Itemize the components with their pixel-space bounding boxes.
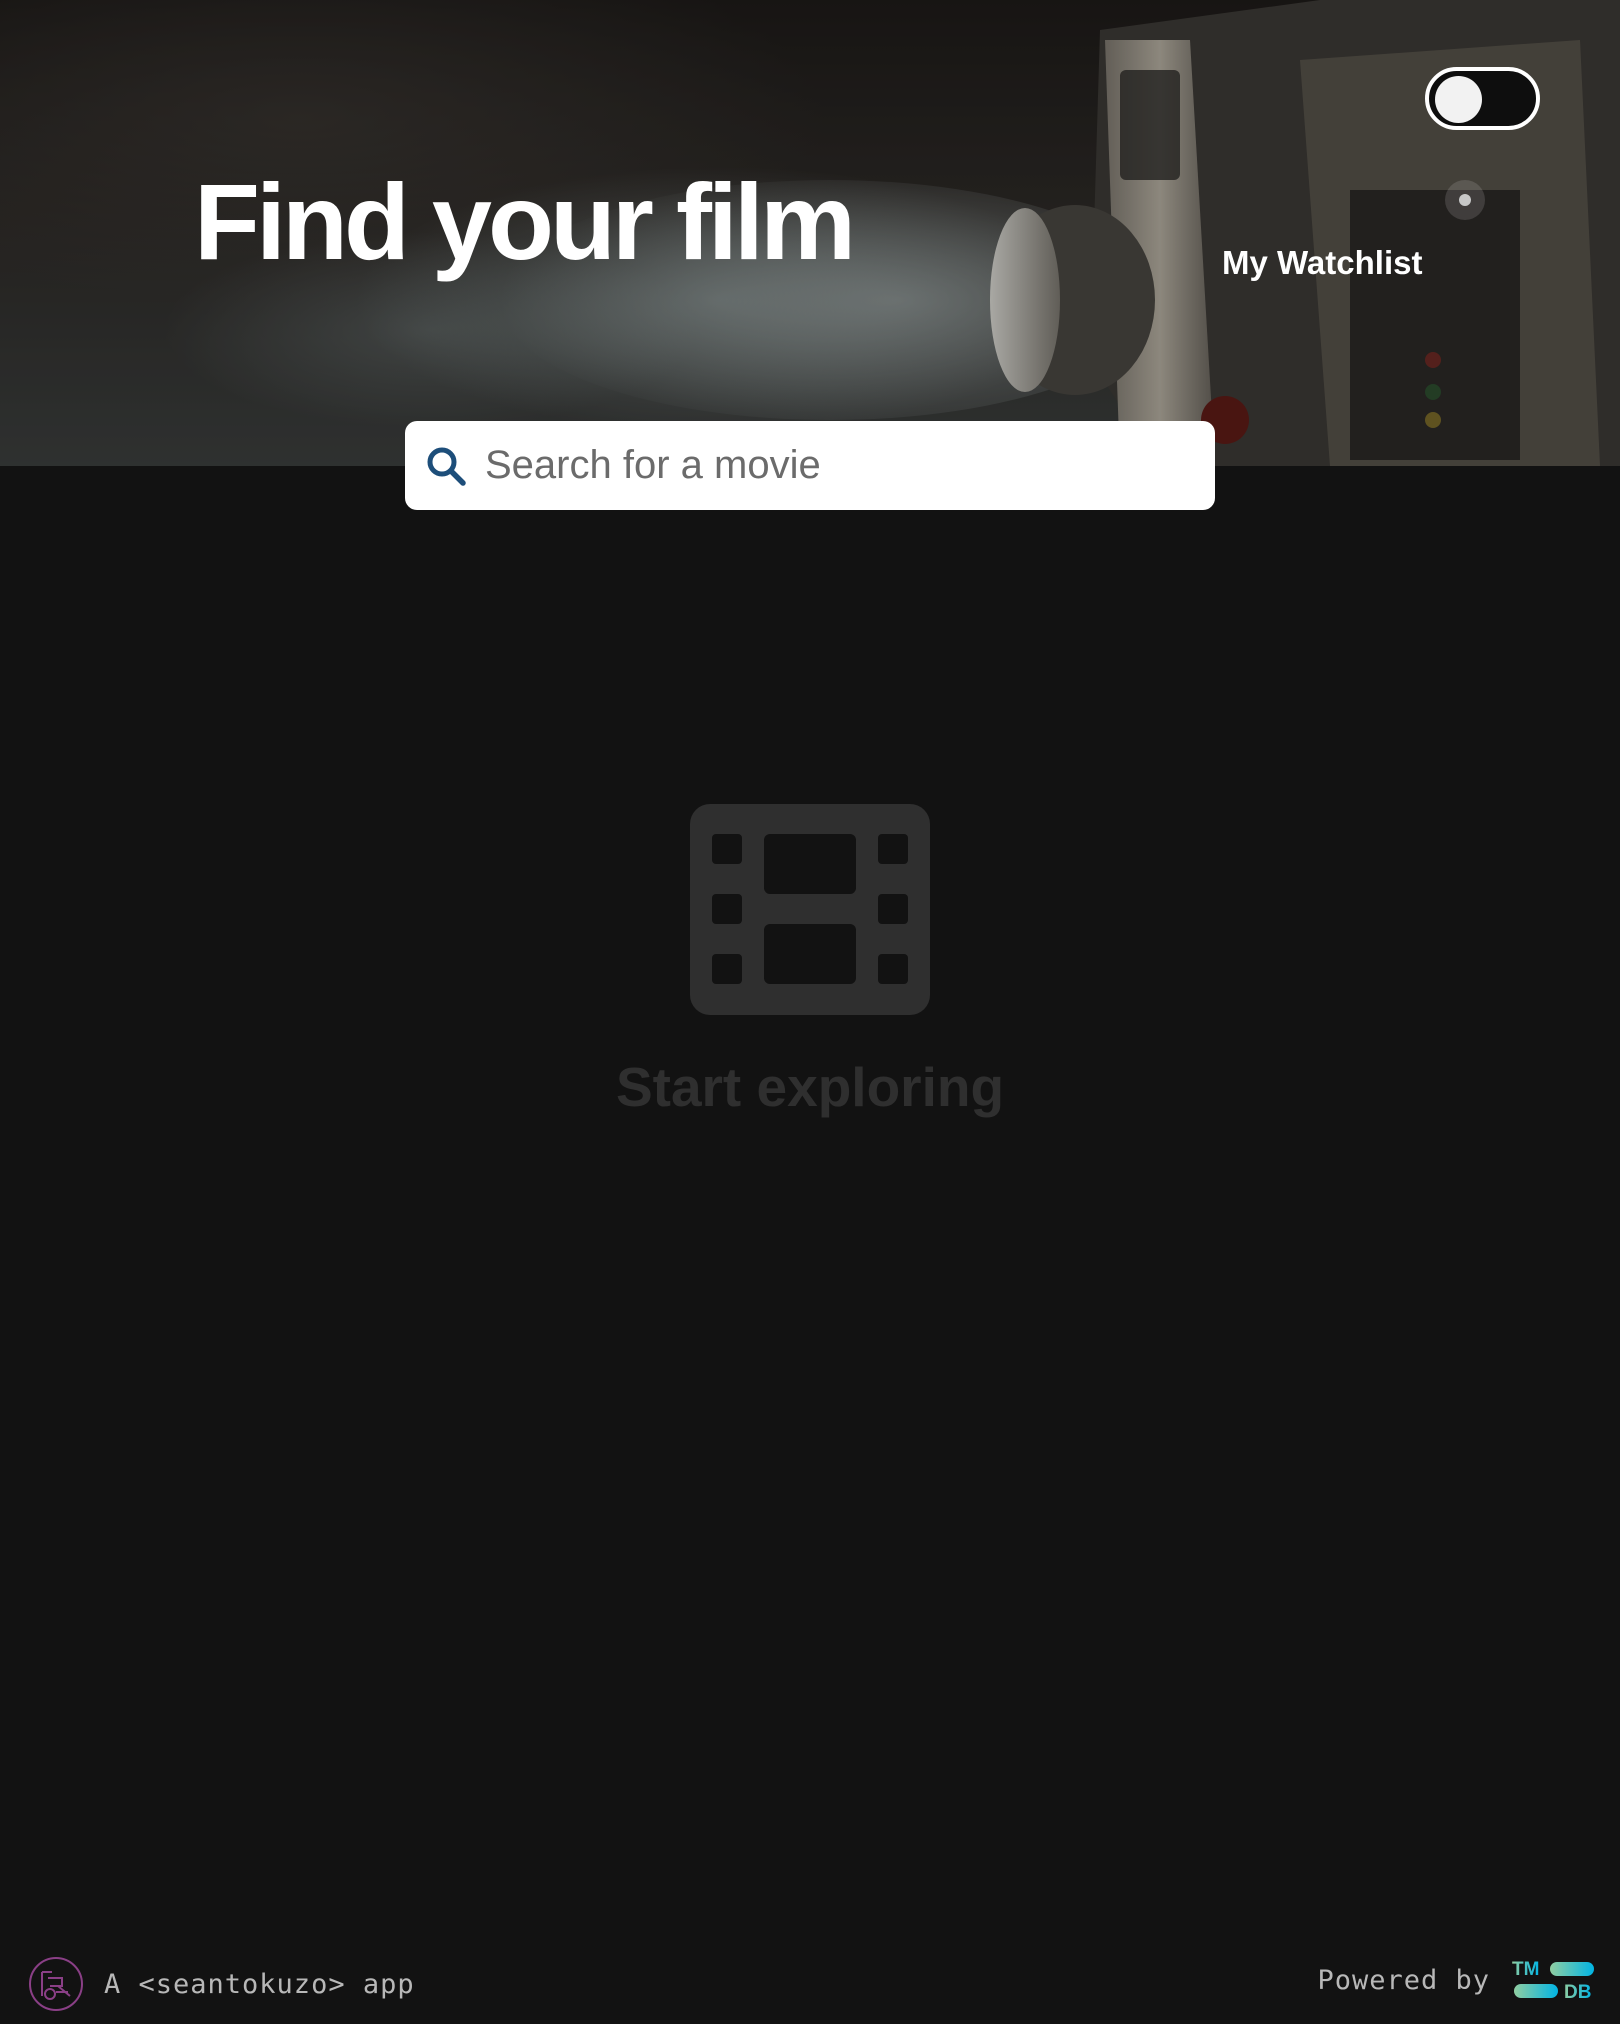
tmdb-logo-icon: TM DB — [1512, 1959, 1594, 2002]
powered-by[interactable]: Powered by TM DB — [1317, 1958, 1596, 2002]
app-page: Find your film My Watchlist Start explor… — [0, 0, 1620, 2024]
footer: A <seantokuzo> app Powered by TM DB — [0, 1944, 1620, 2024]
search-input[interactable] — [485, 421, 1195, 510]
powered-by-text: Powered by — [1317, 1964, 1490, 1996]
author-credit-text: A <seantokuzo> app — [104, 1968, 415, 2000]
search-bar[interactable] — [405, 421, 1215, 510]
author-logo-icon — [29, 1957, 83, 2011]
theme-toggle-switch[interactable] — [1425, 67, 1540, 130]
search-icon — [427, 447, 466, 486]
tmdb-logo-bottom-text: DB — [1564, 1982, 1591, 2002]
hero-banner: Find your film My Watchlist — [0, 0, 1620, 466]
my-watchlist-link[interactable]: My Watchlist — [1222, 244, 1422, 282]
page-title: Find your film — [194, 161, 856, 282]
toggle-knob — [1435, 76, 1482, 123]
author-credit[interactable]: A <seantokuzo> app — [28, 1956, 415, 2012]
empty-state-message: Start exploring — [615, 1056, 1005, 1118]
empty-state: Start exploring — [0, 804, 1620, 1119]
tmdb-logo-top-text: TM — [1512, 1959, 1539, 1980]
film-icon — [690, 804, 930, 1015]
